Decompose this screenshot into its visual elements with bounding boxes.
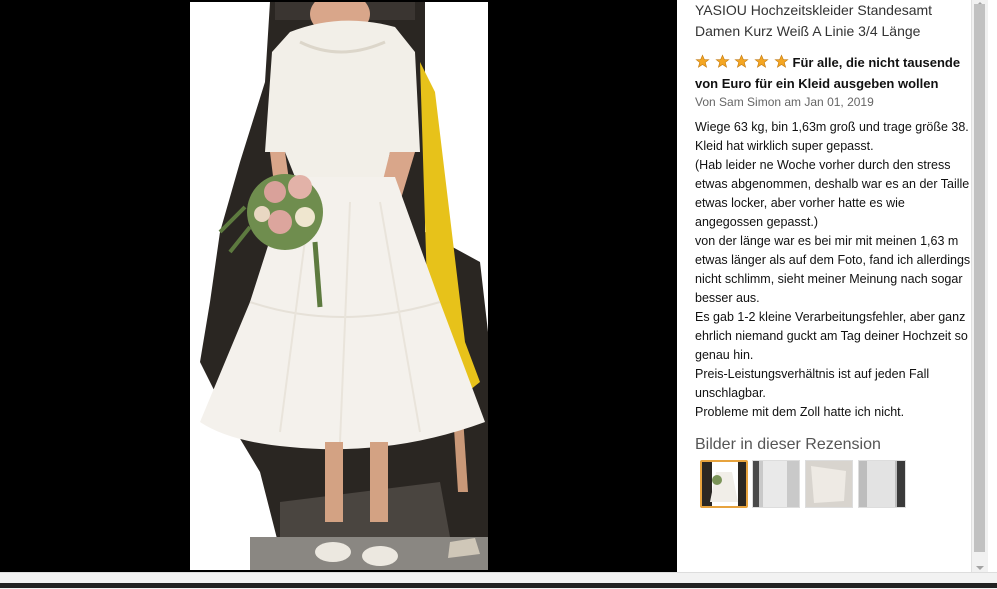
star-icon [734, 54, 749, 68]
product-title[interactable]: YASIOU Hochzeitskleider Standesamt Damen… [695, 0, 973, 42]
review-photo [190, 0, 488, 570]
scrollbar-thumb[interactable] [974, 4, 985, 552]
star-icon [695, 54, 710, 68]
star-rating [695, 54, 790, 74]
review-paragraph: Probleme mit dem Zoll hatte ich nicht. [695, 405, 905, 419]
thumbnail-1[interactable] [700, 460, 748, 508]
image-viewer[interactable] [0, 0, 677, 572]
review-panel: YASIOU Hochzeitskleider Standesamt Damen… [695, 0, 973, 572]
review-paragraph: Wiege 63 kg, bin 1,63m groß und trage gr… [695, 120, 969, 134]
review-paragraph: (Hab leider ne Woche vorher durch den st… [695, 158, 970, 229]
star-icon [773, 54, 789, 68]
review-thumbnails [695, 460, 973, 510]
review-paragraph: von der länge war es bei mir mit meinen … [695, 234, 971, 305]
thumbnail-4[interactable] [858, 460, 906, 508]
review-body: Wiege 63 kg, bin 1,63m groß und trage gr… [695, 118, 973, 422]
star-icon [754, 54, 769, 68]
images-heading: Bilder in dieser Rezension [695, 436, 881, 453]
thumbnail-2[interactable] [752, 460, 800, 508]
review-paragraph: Preis-Leistungsverhältnis ist auf jeden … [695, 367, 930, 400]
thumbnail-3[interactable] [805, 460, 853, 508]
vertical-scrollbar[interactable] [971, 0, 988, 572]
review-byline: Von Sam Simon am Jan 01, 2019 [695, 95, 874, 109]
scroll-down-arrow-icon[interactable] [975, 564, 985, 572]
star-icon [714, 54, 730, 68]
review-paragraph: Kleid hat wirklich super gepasst. [695, 139, 874, 153]
review-rating-row: Für alle, die nicht tausende von Euro fü… [695, 53, 973, 93]
review-paragraph: Es gab 1-2 kleine Verarbeitungsfehler, a… [695, 310, 968, 362]
bottom-strip [0, 583, 997, 588]
